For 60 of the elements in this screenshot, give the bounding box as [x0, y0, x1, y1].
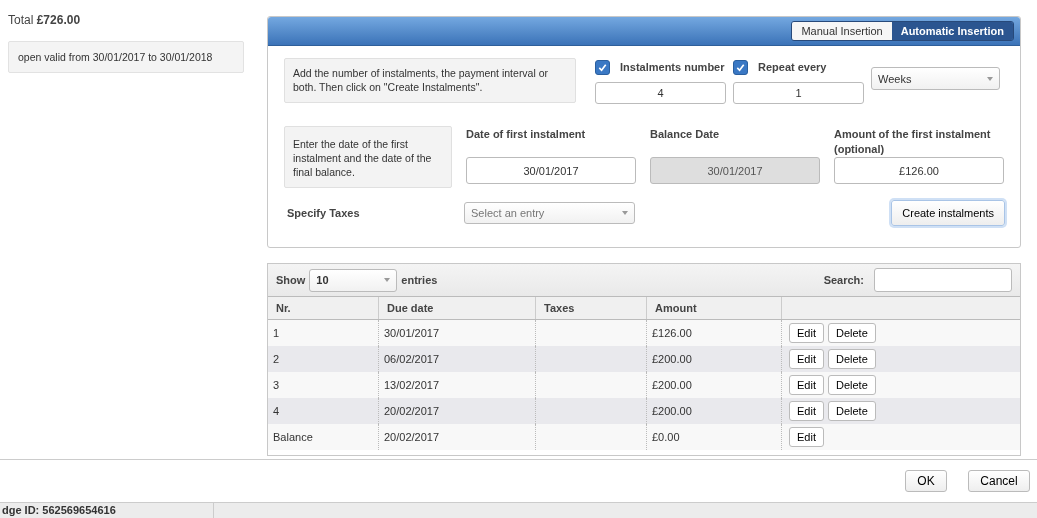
table-cell: 20/02/2017: [384, 405, 440, 417]
checkbox[interactable]: [733, 59, 748, 75]
row-action-button[interactable]: Edit: [789, 401, 824, 421]
input-field[interactable]: 30/01/2017: [466, 157, 636, 184]
table-cell: Balance: [273, 431, 313, 443]
status-text: dge ID: 562569654616: [1, 503, 117, 518]
column-header: Nr.: [268, 297, 379, 320]
row-action-button[interactable]: Delete: [827, 375, 876, 395]
mode-tab[interactable]: Manual Insertion: [792, 22, 892, 40]
unit-dropdown[interactable]: Weeks: [871, 67, 1000, 90]
field-label: Balance Date: [650, 127, 721, 142]
hint-text: Add the number of instalments, the payment interval or both. Then click on "Create Instalments".: [284, 58, 576, 103]
entries-label: entries: [401, 274, 438, 286]
input-field[interactable]: 4: [595, 82, 726, 104]
table-cell: £200.00: [652, 353, 692, 365]
row-action-button[interactable]: Edit: [789, 349, 824, 369]
table-cell: £0.00: [652, 431, 680, 443]
field-label: Amount of the first instalment (optional): [834, 127, 992, 157]
table-cell: 2: [273, 353, 280, 365]
mode-tab[interactable]: Automatic Insertion: [891, 22, 1013, 40]
input-field[interactable]: 1: [733, 82, 864, 104]
create-button[interactable]: Create instalments: [891, 200, 1005, 226]
row-action-button[interactable]: Edit: [789, 427, 824, 447]
column-header: Amount: [646, 297, 782, 320]
row-action-button[interactable]: Delete: [827, 323, 876, 343]
page-size-dropdown[interactable]: 10: [309, 268, 398, 292]
table-cell: 3: [273, 379, 280, 391]
field-label: Repeat every: [758, 61, 827, 73]
row-action-button[interactable]: Delete: [827, 401, 876, 421]
table-cell: 4: [273, 405, 280, 417]
table-cell: £200.00: [652, 405, 692, 417]
column-header: Taxes: [535, 297, 647, 320]
field-label: Specify Taxes: [286, 207, 361, 219]
row-action-button[interactable]: Edit: [789, 375, 824, 395]
taxes-dropdown[interactable]: Select an entry: [464, 202, 635, 224]
row-action-button[interactable]: Delete: [827, 349, 876, 369]
column-header: Due date: [378, 297, 536, 320]
table-cell: 30/01/2017: [384, 327, 440, 339]
table-cell: 20/02/2017: [384, 431, 440, 443]
search-field[interactable]: [874, 268, 1012, 292]
dialog-button[interactable]: OK: [905, 470, 947, 492]
caret-icon: [987, 76, 993, 81]
table-cell: £200.00: [652, 379, 692, 391]
checkbox[interactable]: [595, 59, 610, 75]
table-cell: 13/02/2017: [384, 379, 440, 391]
total-amount: Total £726.00: [8, 13, 82, 27]
table-cell: 1: [273, 327, 280, 339]
table-cell: 06/02/2017: [384, 353, 440, 365]
field-label: Instalments number: [620, 61, 725, 73]
table-cell: £126.00: [652, 327, 692, 339]
row-action-button[interactable]: Edit: [789, 323, 824, 343]
dialog-button[interactable]: Cancel: [968, 470, 1030, 492]
input-field[interactable]: £126.00: [834, 157, 1004, 184]
caret-icon: [622, 211, 628, 215]
search-label: Search:: [823, 274, 864, 286]
hint-text: Enter the date of the first instalment and the date of the final balance.: [284, 126, 452, 188]
show-label: Show: [276, 274, 306, 286]
caret-icon: [384, 278, 391, 282]
field-label: Date of first instalment: [466, 127, 587, 142]
validity-note: open valid from 30/01/2017 to 30/01/2018: [8, 41, 244, 73]
